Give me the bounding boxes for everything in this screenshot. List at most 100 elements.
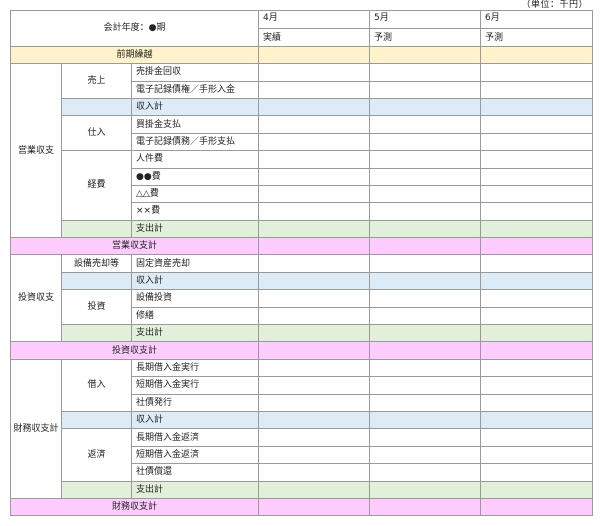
income-total-row: 収入計: [11, 271, 593, 291]
value-cell[interactable]: [369, 341, 481, 360]
value-cell[interactable]: [258, 358, 370, 378]
section-finance: 財務収支計: [10, 358, 62, 499]
value-cell[interactable]: [480, 167, 593, 186]
value-cell[interactable]: [369, 289, 481, 308]
value-cell[interactable]: [480, 150, 593, 169]
group-borrowing: 借入: [61, 358, 132, 412]
value-cell[interactable]: [369, 254, 481, 273]
value-cell[interactable]: [369, 237, 481, 256]
table-row: 財務収支計 借入 長期借入金実行: [10, 358, 593, 499]
value-cell[interactable]: [369, 219, 481, 239]
value-cell[interactable]: [258, 289, 370, 308]
value-cell[interactable]: [258, 463, 370, 482]
value-cell[interactable]: [258, 306, 370, 326]
value-cell[interactable]: [258, 271, 370, 291]
value-cell[interactable]: [369, 480, 481, 499]
value-cell[interactable]: [258, 202, 370, 221]
value-cell[interactable]: [480, 376, 593, 395]
value-cell[interactable]: [480, 80, 593, 99]
value-cell[interactable]: [369, 324, 481, 343]
value-cell[interactable]: [369, 428, 481, 447]
value-cell[interactable]: [258, 63, 370, 82]
value-cell[interactable]: [480, 393, 593, 412]
value-cell[interactable]: [480, 202, 593, 221]
value-cell[interactable]: [480, 219, 593, 239]
value-cell[interactable]: [258, 341, 370, 360]
value-cell[interactable]: [258, 393, 370, 412]
value-cell[interactable]: [369, 306, 481, 326]
value-cell[interactable]: [258, 219, 370, 239]
value-cell[interactable]: [258, 410, 370, 430]
value-cell[interactable]: [480, 289, 593, 308]
value-cell[interactable]: [258, 184, 370, 204]
value-cell[interactable]: [480, 410, 593, 430]
value-cell[interactable]: [480, 480, 593, 499]
value-cell[interactable]: [369, 410, 481, 430]
value-cell[interactable]: [258, 97, 370, 117]
value-cell[interactable]: [480, 341, 593, 360]
value-cell[interactable]: [480, 358, 593, 378]
carryover-row: 前期繰越: [10, 45, 593, 65]
value-cell[interactable]: [258, 80, 370, 99]
item-label: 長期借入金返済: [131, 428, 259, 447]
value-cell[interactable]: [480, 184, 593, 204]
value-cell[interactable]: [480, 237, 593, 256]
value-cell[interactable]: [369, 45, 481, 65]
value-cell[interactable]: [369, 497, 481, 517]
value-cell[interactable]: [480, 306, 593, 326]
value-cell[interactable]: [258, 445, 370, 465]
value-cell[interactable]: [480, 132, 593, 152]
value-cell[interactable]: [480, 463, 593, 482]
value-cell[interactable]: [258, 167, 370, 186]
value-cell[interactable]: [369, 132, 481, 152]
value-cell[interactable]: [258, 428, 370, 447]
value-cell[interactable]: [369, 445, 481, 465]
month-header: 6月: [480, 9, 593, 30]
table-row: 返済 長期借入金返済: [11, 428, 593, 482]
value-cell[interactable]: [258, 45, 370, 65]
value-cell[interactable]: [480, 45, 593, 65]
month-header: 4月: [258, 9, 370, 30]
value-cell[interactable]: [369, 115, 481, 134]
value-cell[interactable]: [258, 497, 370, 517]
value-cell[interactable]: [369, 376, 481, 395]
value-cell[interactable]: [258, 254, 370, 273]
group-asset-sales: 設備売却等: [61, 254, 132, 273]
value-cell[interactable]: [369, 150, 481, 169]
value-cell[interactable]: [369, 80, 481, 99]
value-cell[interactable]: [258, 237, 370, 256]
value-cell[interactable]: [480, 497, 593, 517]
value-cell[interactable]: [258, 150, 370, 169]
value-cell[interactable]: [480, 97, 593, 117]
item-label: 社債償還: [131, 463, 259, 482]
value-cell[interactable]: [480, 271, 593, 291]
value-cell[interactable]: [258, 376, 370, 395]
value-cell[interactable]: [480, 115, 593, 134]
value-cell[interactable]: [480, 428, 593, 447]
value-cell[interactable]: [258, 132, 370, 152]
expense-total-row: 支出計: [11, 324, 593, 343]
value-cell[interactable]: [258, 115, 370, 134]
value-cell[interactable]: [369, 167, 481, 186]
value-cell[interactable]: [369, 184, 481, 204]
table-row: 経費 人件費: [11, 150, 593, 221]
value-cell[interactable]: [480, 63, 593, 82]
value-cell[interactable]: [369, 97, 481, 117]
value-cell[interactable]: [369, 202, 481, 221]
item-label: 買掛金支払: [131, 115, 259, 134]
group-repayment: 返済: [61, 428, 132, 482]
expense-total-row: 支出計: [11, 219, 593, 239]
value-cell[interactable]: [258, 324, 370, 343]
value-cell[interactable]: [369, 63, 481, 82]
value-cell[interactable]: [480, 254, 593, 273]
value-cell[interactable]: [258, 480, 370, 499]
value-cell[interactable]: [369, 358, 481, 378]
header-row-months: 会計年度：●期 4月 5月 6月: [10, 9, 593, 47]
value-cell[interactable]: [369, 393, 481, 412]
value-cell[interactable]: [369, 271, 481, 291]
item-label: 売掛金回収: [131, 63, 259, 82]
value-cell[interactable]: [369, 463, 481, 482]
value-cell[interactable]: [480, 445, 593, 465]
item-label: 固定資産売却: [131, 254, 259, 273]
value-cell[interactable]: [480, 324, 593, 343]
